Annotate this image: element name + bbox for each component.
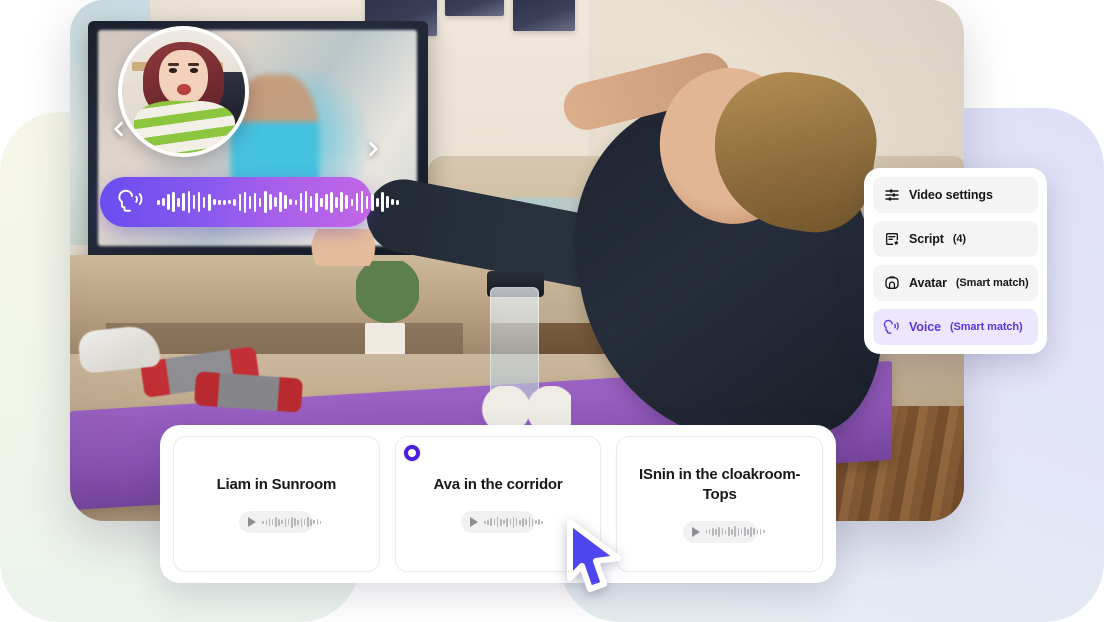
menu-item-sublabel: (Smart match)	[955, 277, 1029, 289]
avatar-image	[122, 30, 245, 153]
voice-card-title: Liam in Sunroom	[216, 475, 337, 493]
voice-card[interactable]: Liam in Sunroom	[173, 436, 380, 572]
menu-item-label: Avatar	[909, 276, 947, 290]
menu-item-sublabel: (Smart match)	[949, 321, 1023, 333]
voice-preview-player[interactable]	[461, 511, 543, 534]
play-icon[interactable]	[470, 517, 478, 528]
voice-card[interactable]: Ava in the corridor	[394, 436, 602, 572]
menu-item-video-settings[interactable]: Video settings	[873, 177, 1038, 213]
mini-waveform	[262, 516, 322, 528]
voice-card-title: Ava in the corridor	[433, 475, 563, 493]
voice-card-radio-selected[interactable]	[403, 445, 420, 461]
menu-item-label: Voice	[909, 320, 941, 334]
speaking-head-icon	[883, 319, 900, 336]
voice-preview-player[interactable]	[239, 511, 322, 534]
screenshot-stage: Video settings Script (4) Avatar (Smart …	[0, 0, 1104, 622]
avatar[interactable]	[118, 26, 249, 157]
speaking-head-icon	[116, 189, 146, 215]
play-icon[interactable]	[691, 526, 700, 537]
chevron-right-icon[interactable]	[360, 136, 386, 162]
menu-item-avatar[interactable]: Avatar (Smart match)	[873, 265, 1038, 301]
waveform-bars	[157, 189, 399, 215]
menu-item-sublabel: (4)	[952, 233, 966, 245]
script-icon	[883, 231, 900, 248]
sliders-icon	[883, 187, 900, 204]
voice-card-title: ISnin in the cloakroom-Tops	[639, 466, 801, 503]
voice-preview-player[interactable]	[682, 520, 765, 543]
menu-item-voice[interactable]: Voice (Smart match)	[873, 309, 1038, 345]
menu-item-script[interactable]: Script (4)	[873, 221, 1038, 257]
mini-waveform	[705, 526, 765, 538]
menu-item-label: Video settings	[909, 188, 993, 202]
voice-card[interactable]: ISnin in the cloakroom-Tops	[616, 436, 824, 572]
menu-item-label: Script	[909, 232, 944, 246]
voice-options-panel[interactable]: Liam in Sunroom Ava in the corridor ISni…	[160, 425, 836, 583]
play-icon[interactable]	[248, 517, 257, 528]
voice-waveform-pill[interactable]	[100, 177, 399, 227]
mini-waveform	[484, 516, 543, 528]
chevron-left-icon[interactable]	[106, 116, 132, 142]
avatar-icon	[883, 275, 900, 292]
settings-menu[interactable]: Video settings Script (4) Avatar (Smart …	[864, 168, 1047, 354]
